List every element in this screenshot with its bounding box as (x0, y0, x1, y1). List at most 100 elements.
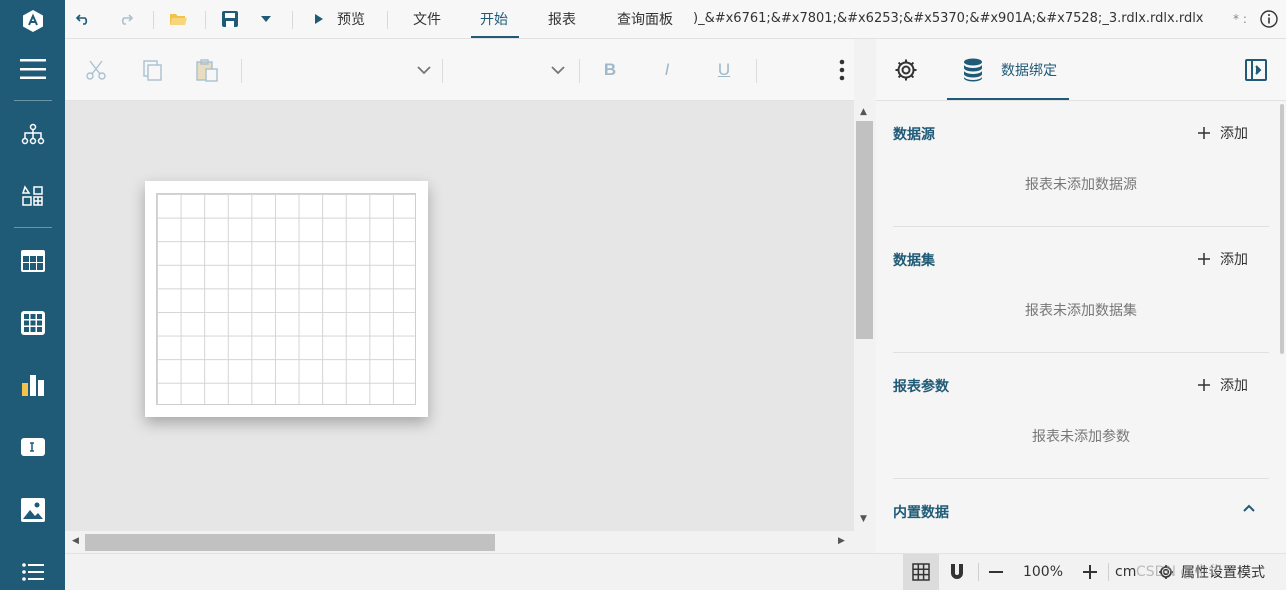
tab-query-panel[interactable]: 查询面板 (605, 0, 685, 38)
scroll-down-icon[interactable]: ▼ (860, 514, 867, 524)
separator (205, 11, 206, 29)
font-family-dropdown[interactable] (251, 39, 441, 101)
separator (292, 11, 293, 29)
horizontal-scroll-thumb[interactable] (85, 534, 495, 551)
add-dataset-button[interactable]: 添加 (1198, 249, 1248, 269)
tab-data-binding[interactable]: 数据绑定 (954, 39, 1066, 101)
separator (579, 59, 580, 83)
data-binding-panel: 数据源 添加 报表未添加数据源 数据集 添加 报表未添加数据集 报表参数 添加 … (876, 101, 1286, 553)
empty-datasource-text: 报表未添加数据源 (1025, 177, 1137, 193)
document-filename: )_&#x6761;&#x7801;&#x6253;&#x5370;&#x901… (693, 11, 1204, 26)
menu-icon[interactable] (0, 45, 65, 93)
underline-button[interactable]: U (709, 39, 739, 101)
active-panel-tab-indicator (947, 98, 1069, 100)
format-toolbar: B I U (65, 39, 854, 101)
copy-icon[interactable] (137, 39, 167, 101)
horizontal-scrollbar[interactable]: ◀ ▶ (65, 531, 854, 553)
menu-bar: 预览 文件 开始 报表 查询面板 )_&#x6761;&#x7801;&#x62… (65, 0, 1286, 39)
section-title-parameters: 报表参数 (893, 379, 949, 395)
bold-button[interactable]: B (595, 39, 625, 101)
scroll-up-icon[interactable]: ▲ (860, 107, 867, 117)
separator (153, 11, 154, 29)
paste-icon[interactable] (192, 39, 222, 101)
empty-dataset-text: 报表未添加数据集 (1025, 303, 1137, 319)
sidebar-divider (14, 100, 52, 101)
preview-label: 预览 (337, 12, 365, 28)
left-sidebar (0, 0, 65, 590)
snap-magnet-icon[interactable] (943, 554, 971, 590)
save-dropdown-button[interactable] (255, 0, 277, 38)
plus-icon (1198, 379, 1210, 391)
section-divider (893, 226, 1269, 227)
empty-parameters-text: 报表未添加参数 (1032, 429, 1130, 445)
undo-button[interactable] (71, 0, 95, 38)
table-icon[interactable] (0, 237, 65, 285)
components-icon[interactable] (0, 173, 65, 221)
tab-file[interactable]: 文件 (401, 0, 453, 38)
section-title-builtin-data: 内置数据 (893, 505, 949, 521)
tab-report[interactable]: 报表 (535, 0, 589, 38)
separator (1108, 563, 1109, 581)
section-divider (893, 352, 1269, 353)
zoom-level: 100% (1022, 564, 1064, 580)
vertical-scrollbar[interactable]: ▲ ▼ (854, 101, 876, 531)
scroll-left-icon[interactable]: ◀ (72, 536, 79, 546)
zoom-in-button[interactable] (1078, 554, 1102, 590)
tree-structure-icon[interactable] (0, 110, 65, 158)
collapse-panel-icon[interactable] (1242, 39, 1270, 101)
add-datasource-button[interactable]: 添加 (1198, 123, 1248, 143)
add-parameter-button[interactable]: 添加 (1198, 375, 1248, 395)
italic-button[interactable]: I (652, 39, 682, 101)
separator (387, 11, 388, 29)
open-folder-button[interactable] (165, 0, 191, 38)
play-icon (315, 14, 323, 24)
preview-button[interactable]: 预览 (305, 0, 375, 38)
add-label: 添加 (1220, 252, 1248, 268)
tab-home[interactable]: 开始 (469, 0, 519, 38)
panel-header: 数据绑定 (876, 39, 1286, 101)
database-icon (963, 58, 983, 82)
cut-icon[interactable] (81, 39, 111, 101)
more-options-icon[interactable] (829, 39, 855, 101)
redo-button[interactable] (114, 0, 138, 38)
property-mode-label[interactable]: 属性设置模式 (1181, 554, 1273, 590)
font-size-dropdown[interactable] (449, 39, 575, 101)
matrix-icon[interactable] (0, 299, 65, 347)
report-page[interactable] (145, 181, 428, 417)
vertical-scroll-thumb[interactable] (856, 121, 873, 339)
plus-icon (1198, 127, 1210, 139)
unsaved-marker: * : (1233, 12, 1247, 26)
section-title-datasource: 数据源 (893, 127, 935, 143)
scroll-right-icon[interactable]: ▶ (838, 536, 845, 546)
status-bar: 100% cm 属性设置模式 (65, 553, 1286, 590)
bar-chart-icon[interactable] (0, 361, 65, 409)
data-binding-label: 数据绑定 (1001, 63, 1057, 79)
app-logo-icon[interactable] (0, 0, 65, 42)
image-icon[interactable] (0, 486, 65, 534)
grid-toggle-icon[interactable] (903, 554, 939, 590)
panel-scrollbar[interactable] (1280, 104, 1284, 354)
design-canvas[interactable] (65, 101, 854, 531)
active-tab-indicator (471, 36, 519, 38)
zoom-out-button[interactable] (984, 554, 1008, 590)
plus-icon (1198, 253, 1210, 265)
separator (442, 59, 443, 83)
chevron-down-icon (551, 66, 565, 74)
separator (978, 563, 979, 581)
add-label: 添加 (1220, 378, 1248, 394)
section-title-dataset: 数据集 (893, 253, 935, 269)
info-icon[interactable] (1255, 0, 1283, 38)
unit-selector[interactable]: cm (1115, 554, 1141, 590)
save-button[interactable] (217, 0, 243, 38)
settings-gear-icon[interactable] (890, 39, 922, 101)
textbox-icon[interactable] (0, 423, 65, 471)
sidebar-divider (14, 227, 52, 228)
page-grid[interactable] (156, 193, 416, 405)
section-divider (893, 478, 1269, 479)
list-icon[interactable] (0, 548, 65, 590)
chevron-up-icon[interactable] (1243, 504, 1255, 512)
add-label: 添加 (1220, 126, 1248, 142)
separator (756, 59, 757, 83)
property-settings-gear-icon[interactable] (1155, 554, 1177, 590)
chevron-down-icon (417, 66, 431, 74)
